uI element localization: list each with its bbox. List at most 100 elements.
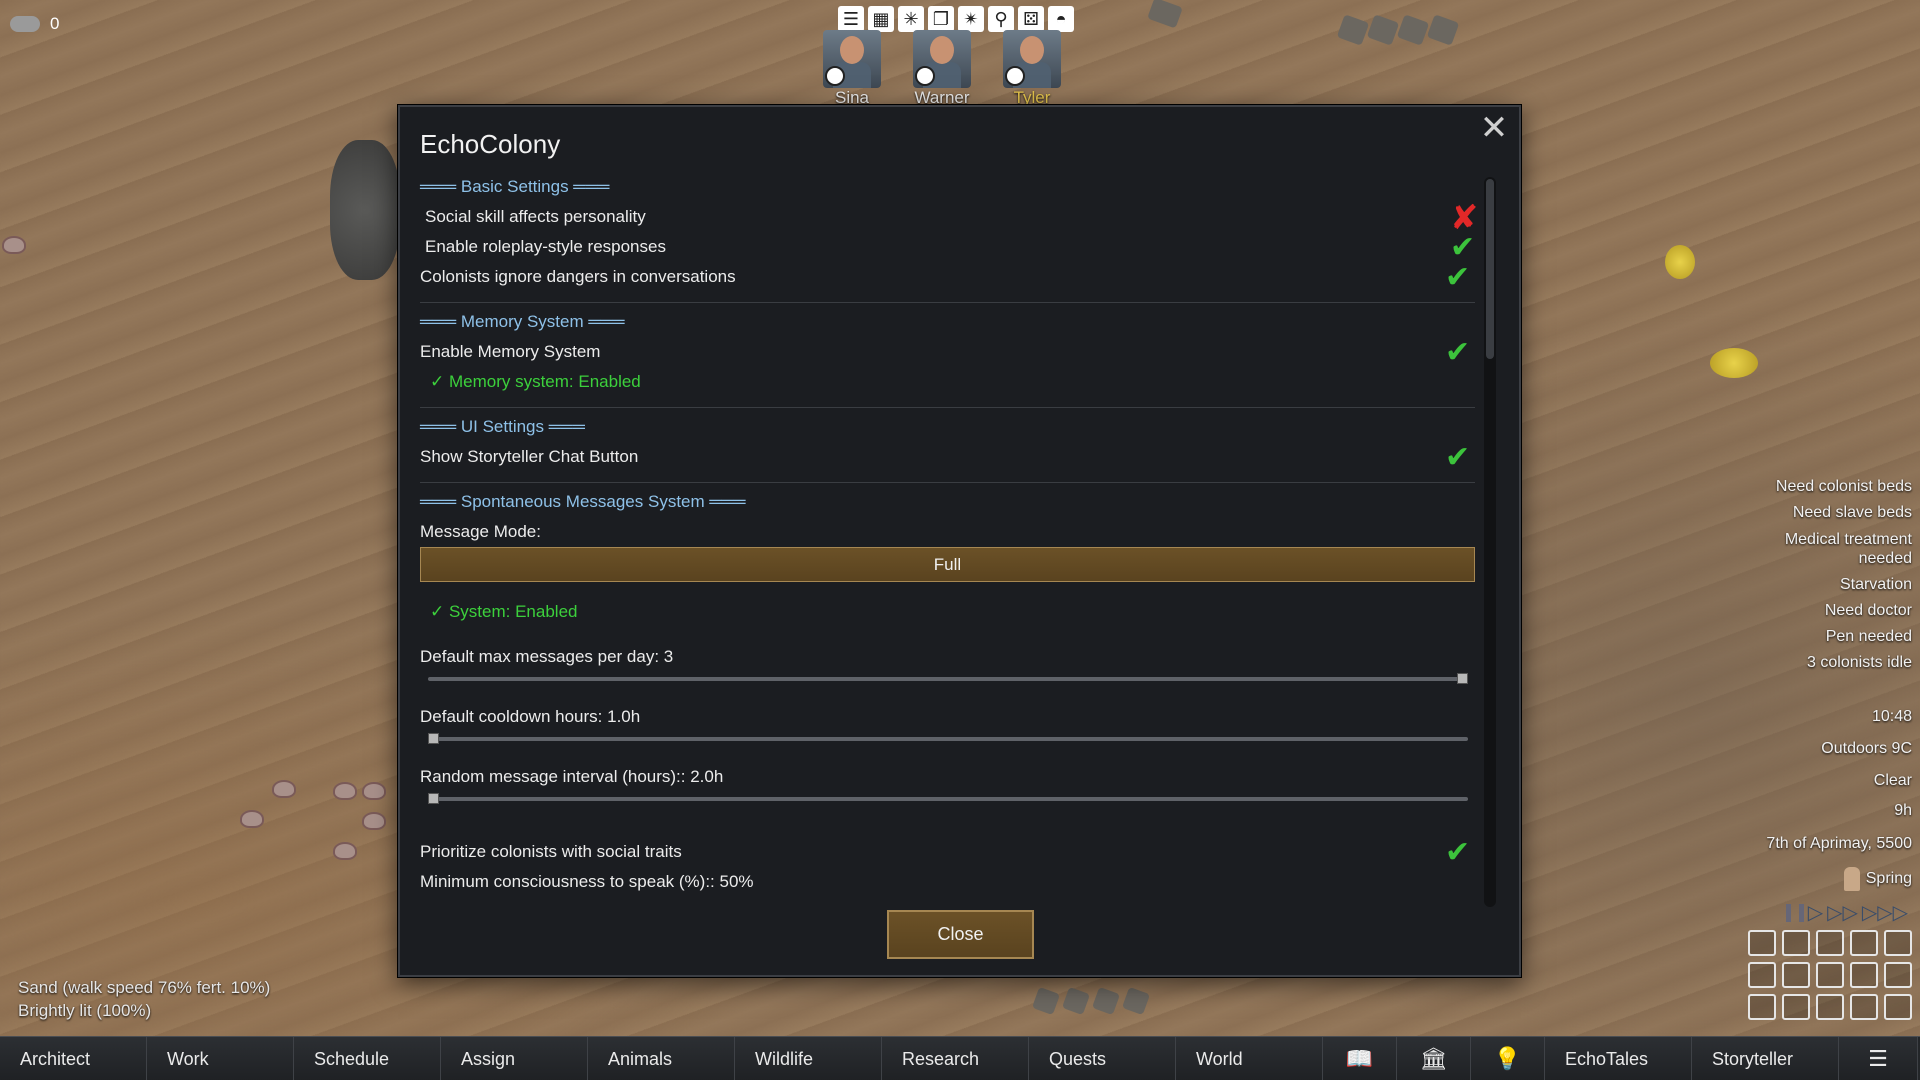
cooldown-slider[interactable] [428,733,1468,744]
toggle-icon[interactable] [1884,930,1912,956]
toggle-icon[interactable] [1816,962,1844,988]
slider-handle[interactable] [428,733,439,744]
alert-item[interactable]: 3 colonists idle [1752,654,1912,672]
tab-storyteller[interactable]: Storyteller [1692,1037,1839,1080]
toggle-icon[interactable] [1782,930,1810,956]
list-icon[interactable]: ☰ [838,6,864,32]
hours-readout: 9h [1894,802,1912,819]
max-messages-slider[interactable] [428,673,1468,684]
slider-handle[interactable] [1457,673,1468,684]
toggle-icon[interactable] [1884,962,1912,988]
ideology-icon[interactable]: 🏛 [1397,1037,1471,1080]
dice-icon[interactable]: ⚄ [1018,6,1044,32]
mushroom-plant [272,780,296,798]
mushroom-plant [333,782,357,800]
sparkle-play-icon[interactable]: ✴ [958,6,984,32]
magnifier-icon[interactable]: ⚲ [988,6,1014,32]
toggle-prioritize-social[interactable]: ✔ [1445,838,1475,868]
tab-work[interactable]: Work [147,1037,294,1080]
alert-item[interactable]: Starvation [1752,576,1912,594]
toggle-social-skill[interactable]: ✘ [1450,201,1480,235]
toggle-icon[interactable] [1850,962,1878,988]
toggle-icon[interactable] [1816,930,1844,956]
toggle-icon[interactable] [1850,930,1878,956]
terrain-rock [1396,14,1430,46]
tab-research[interactable]: Research [882,1037,1029,1080]
toggle-icon[interactable] [1782,962,1810,988]
colonist-tyler[interactable]: Tyler [998,30,1066,108]
toggle-icon[interactable] [1850,994,1878,1020]
terrain-info: Sand (walk speed 76% fert. 10%) [18,978,271,997]
copy-icon[interactable]: ❐ [928,6,954,32]
speed-controls: ▷ ▷▷ ▷▷▷ [1785,900,1908,925]
setting-label: Show Storyteller Chat Button [420,447,639,466]
time-readout: 10:48 [1871,708,1912,725]
tab-assign[interactable]: Assign [441,1037,588,1080]
light-info: Brightly lit (100%) [18,1001,152,1020]
play-fast-icon[interactable]: ▷▷ [1827,900,1858,925]
checkmark-icon: ✔ [1445,441,1471,474]
alert-item[interactable]: Need colonist beds [1752,478,1912,496]
toggle-storyteller-button[interactable]: ✔ [1445,443,1475,473]
cooldown-label: Default cooldown hours: 1.0h [420,707,641,726]
toggle-icon[interactable] [1748,930,1776,956]
colonist-portrait[interactable] [913,30,971,88]
pause-icon[interactable] [1785,903,1804,922]
colonist-sina[interactable]: Sina [818,30,886,108]
mask-icon[interactable]: ◓ [1048,6,1074,32]
slider-handle[interactable] [428,793,439,804]
animal-creature[interactable] [1710,348,1758,378]
grid-icon[interactable]: ▦ [868,6,894,32]
tab-echotales[interactable]: EchoTales [1545,1037,1692,1080]
colonist-warner[interactable]: Warner [908,30,976,108]
random-interval-slider[interactable] [428,793,1468,804]
tab-schedule[interactable]: Schedule [294,1037,441,1080]
setting-memory-system[interactable]: Enable Memory System ✔ [420,338,1475,368]
section-header-basic: ═══ Basic Settings ═══ [420,177,610,196]
scrollbar-thumb[interactable] [1486,179,1494,359]
sparkle-icon[interactable]: ✳ [898,6,924,32]
toggle-roleplay[interactable]: ✔ [1450,233,1480,263]
scrollbar[interactable] [1484,177,1496,907]
play-superfast-icon[interactable]: ▷▷▷ [1862,900,1908,925]
terrain-rock [1426,14,1460,46]
close-icon[interactable]: ✕ [1479,111,1509,145]
alert-item[interactable]: Need slave beds [1752,504,1912,522]
tab-architect[interactable]: Architect [0,1037,147,1080]
tab-world[interactable]: World [1176,1037,1323,1080]
checkmark-icon: ✔ [1445,836,1471,869]
setting-roleplay[interactable]: Enable roleplay-style responses ✔ [425,233,1480,263]
play-icon[interactable]: ▷ [1808,900,1823,925]
toggle-ignore-dangers[interactable]: ✔ [1445,263,1475,293]
toggle-icon[interactable] [1816,994,1844,1020]
tab-quests[interactable]: Quests [1029,1037,1176,1080]
setting-social-skill[interactable]: Social skill affects personality ✘ [425,201,1480,235]
toggle-icon[interactable] [1748,994,1776,1020]
colonist-portrait[interactable] [823,30,881,88]
cloud-icon [10,16,40,32]
setting-storyteller-button[interactable]: Show Storyteller Chat Button ✔ [420,443,1475,473]
lightbulb-icon[interactable]: 💡 [1471,1037,1545,1080]
random-interval-label: Random message interval (hours):: 2.0h [420,767,724,786]
mushroom-plant [362,782,386,800]
toggle-icon[interactable] [1782,994,1810,1020]
book-icon[interactable]: 📖 [1323,1037,1397,1080]
colonist-portrait[interactable] [1003,30,1061,88]
tab-wildlife[interactable]: Wildlife [735,1037,882,1080]
clock-icon [1005,66,1025,86]
tab-animals[interactable]: Animals [588,1037,735,1080]
toggle-memory-system[interactable]: ✔ [1445,338,1475,368]
close-button[interactable]: Close [887,910,1034,959]
section-header-ui: ═══ UI Settings ═══ [420,417,585,436]
menu-icon[interactable]: ☰ [1839,1037,1918,1080]
alert-item[interactable]: Medical treatment needed [1752,530,1912,568]
animal-creature[interactable] [1665,245,1695,279]
setting-ignore-dangers[interactable]: Colonists ignore dangers in conversation… [420,263,1475,293]
message-mode-button[interactable]: Full [420,547,1475,582]
toggle-icon[interactable] [1748,962,1776,988]
mushroom-plant [333,842,357,860]
toggle-icon[interactable] [1884,994,1912,1020]
alert-item[interactable]: Pen needed [1752,628,1912,646]
alert-item[interactable]: Need doctor [1752,602,1912,620]
setting-prioritize-social[interactable]: Prioritize colonists with social traits … [420,838,1475,868]
